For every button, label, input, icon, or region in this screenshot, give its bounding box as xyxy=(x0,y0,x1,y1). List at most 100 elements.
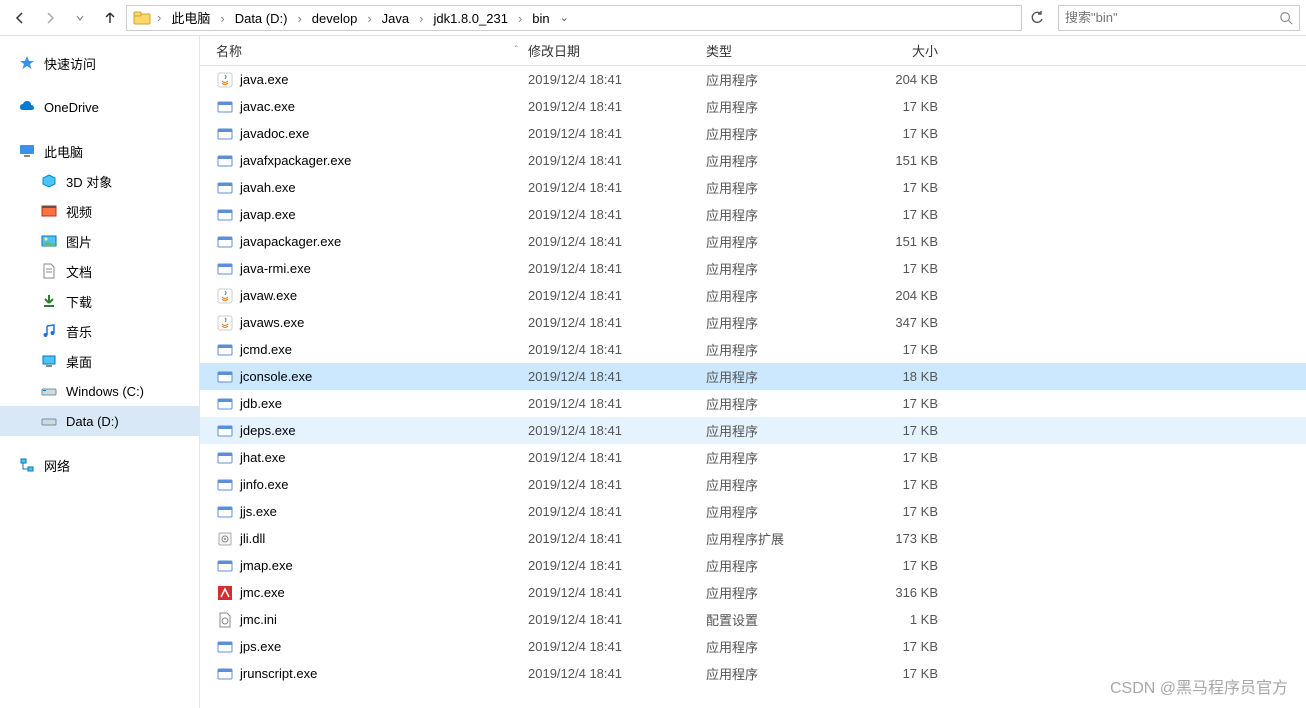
column-header-size[interactable]: 大小 xyxy=(856,41,948,60)
file-size: 347 KB xyxy=(856,315,948,330)
sidebar-item-label: Windows (C:) xyxy=(66,384,144,399)
forward-button[interactable] xyxy=(36,4,64,32)
chevron-right-icon: › xyxy=(512,11,528,26)
breadcrumb-item[interactable]: develop xyxy=(308,9,362,28)
sidebar-music[interactable]: 音乐 xyxy=(0,316,199,346)
breadcrumb[interactable]: › 此电脑›Data (D:)›develop›Java›jdk1.8.0_23… xyxy=(126,5,1022,31)
file-size: 204 KB xyxy=(856,288,948,303)
table-row[interactable]: jcmd.exe2019/12/4 18:41应用程序17 KB xyxy=(200,336,1306,363)
breadcrumb-item[interactable]: Java xyxy=(378,9,413,28)
sidebar-network[interactable]: 网络 xyxy=(0,450,199,480)
file-size: 204 KB xyxy=(856,72,948,87)
search-icon[interactable] xyxy=(1279,11,1293,25)
column-header-type[interactable]: 类型 xyxy=(706,41,856,60)
chevron-down-icon[interactable]: ⌄ xyxy=(560,11,569,24)
table-row[interactable]: java-rmi.exe2019/12/4 18:41应用程序17 KB xyxy=(200,255,1306,282)
file-type: 应用程序 xyxy=(706,367,856,386)
sidebar-pictures[interactable]: 图片 xyxy=(0,226,199,256)
sidebar-item-label: 视频 xyxy=(66,202,92,221)
picture-icon xyxy=(40,232,58,250)
sidebar-drive-c[interactable]: Windows (C:) xyxy=(0,376,199,406)
file-icon xyxy=(216,503,234,521)
table-row[interactable]: jmc.ini2019/12/4 18:41配置设置1 KB xyxy=(200,606,1306,633)
cube-icon xyxy=(40,172,58,190)
file-date: 2019/12/4 18:41 xyxy=(528,423,706,438)
table-row[interactable]: jhat.exe2019/12/4 18:41应用程序17 KB xyxy=(200,444,1306,471)
table-row[interactable]: jmc.exe2019/12/4 18:41应用程序316 KB xyxy=(200,579,1306,606)
chevron-right-icon: › xyxy=(151,10,167,25)
sidebar-3d-objects[interactable]: 3D 对象 xyxy=(0,166,199,196)
file-size: 17 KB xyxy=(856,99,948,114)
file-size: 17 KB xyxy=(856,180,948,195)
file-date: 2019/12/4 18:41 xyxy=(528,153,706,168)
sidebar-documents[interactable]: 文档 xyxy=(0,256,199,286)
table-row[interactable]: javaw.exe2019/12/4 18:41应用程序204 KB xyxy=(200,282,1306,309)
up-button[interactable] xyxy=(96,4,124,32)
table-row[interactable]: javafxpackager.exe2019/12/4 18:41应用程序151… xyxy=(200,147,1306,174)
sidebar-onedrive[interactable]: OneDrive xyxy=(0,92,199,122)
table-row[interactable]: javapackager.exe2019/12/4 18:41应用程序151 K… xyxy=(200,228,1306,255)
breadcrumb-item[interactable]: jdk1.8.0_231 xyxy=(429,9,511,28)
file-type: 应用程序 xyxy=(706,97,856,116)
search-box[interactable] xyxy=(1058,5,1300,31)
table-row[interactable]: jconsole.exe2019/12/4 18:41应用程序18 KB xyxy=(200,363,1306,390)
file-name: jdeps.exe xyxy=(240,423,296,438)
file-name: javah.exe xyxy=(240,180,296,195)
file-icon xyxy=(216,125,234,143)
breadcrumb-item[interactable]: 此电脑 xyxy=(167,9,214,28)
table-row[interactable]: jdb.exe2019/12/4 18:41应用程序17 KB xyxy=(200,390,1306,417)
file-type: 应用程序 xyxy=(706,151,856,170)
table-row[interactable]: javadoc.exe2019/12/4 18:41应用程序17 KB xyxy=(200,120,1306,147)
file-type: 应用程序 xyxy=(706,475,856,494)
folder-icon xyxy=(133,9,151,27)
table-row[interactable]: javac.exe2019/12/4 18:41应用程序17 KB xyxy=(200,93,1306,120)
table-row[interactable]: jdeps.exe 2019/12/4 18:41应用程序17 KB xyxy=(200,417,1306,444)
drive-icon xyxy=(40,382,58,400)
sidebar-videos[interactable]: 视频 xyxy=(0,196,199,226)
file-size: 17 KB xyxy=(856,423,948,438)
file-size: 17 KB xyxy=(856,342,948,357)
sidebar-drive-d[interactable]: Data (D:) xyxy=(0,406,199,436)
file-date: 2019/12/4 18:41 xyxy=(528,207,706,222)
file-size: 151 KB xyxy=(856,234,948,249)
table-row[interactable]: javap.exe2019/12/4 18:41应用程序17 KB xyxy=(200,201,1306,228)
file-type: 应用程序 xyxy=(706,421,856,440)
file-icon xyxy=(216,152,234,170)
breadcrumb-item[interactable]: Data (D:) xyxy=(231,9,292,28)
table-row[interactable]: javaws.exe2019/12/4 18:41应用程序347 KB xyxy=(200,309,1306,336)
file-type: 应用程序 xyxy=(706,205,856,224)
sidebar-desktop[interactable]: 桌面 xyxy=(0,346,199,376)
file-name: javap.exe xyxy=(240,207,296,222)
sidebar-item-label: 文档 xyxy=(66,262,92,281)
column-header-date[interactable]: 修改日期 xyxy=(528,41,706,60)
table-row[interactable]: jjs.exe2019/12/4 18:41应用程序17 KB xyxy=(200,498,1306,525)
sidebar-this-pc[interactable]: 此电脑 xyxy=(0,136,199,166)
back-button[interactable] xyxy=(6,4,34,32)
column-headers: 名称ˆ 修改日期 类型 大小 xyxy=(200,36,1306,66)
table-row[interactable]: jli.dll2019/12/4 18:41应用程序扩展173 KB xyxy=(200,525,1306,552)
sidebar-quick-access[interactable]: 快速访问 xyxy=(0,48,199,78)
file-icon xyxy=(216,476,234,494)
column-header-name[interactable]: 名称ˆ xyxy=(212,41,528,60)
file-name: jinfo.exe xyxy=(240,477,288,492)
table-row[interactable]: java.exe2019/12/4 18:41应用程序204 KB xyxy=(200,66,1306,93)
file-date: 2019/12/4 18:41 xyxy=(528,666,706,681)
recent-dropdown[interactable] xyxy=(66,4,94,32)
table-row[interactable]: jinfo.exe2019/12/4 18:41应用程序17 KB xyxy=(200,471,1306,498)
table-row[interactable]: jrunscript.exe2019/12/4 18:41应用程序17 KB xyxy=(200,660,1306,687)
file-name: jdb.exe xyxy=(240,396,282,411)
video-icon xyxy=(40,202,58,220)
table-row[interactable]: jmap.exe2019/12/4 18:41应用程序17 KB xyxy=(200,552,1306,579)
file-date: 2019/12/4 18:41 xyxy=(528,234,706,249)
file-list[interactable]: java.exe2019/12/4 18:41应用程序204 KBjavac.e… xyxy=(200,66,1306,708)
refresh-button[interactable] xyxy=(1024,10,1050,26)
table-row[interactable]: javah.exe2019/12/4 18:41应用程序17 KB xyxy=(200,174,1306,201)
file-type: 配置设置 xyxy=(706,610,856,629)
table-row[interactable]: jps.exe2019/12/4 18:41应用程序17 KB xyxy=(200,633,1306,660)
sidebar-downloads[interactable]: 下载 xyxy=(0,286,199,316)
file-icon xyxy=(216,71,234,89)
search-input[interactable] xyxy=(1065,10,1279,25)
file-date: 2019/12/4 18:41 xyxy=(528,585,706,600)
file-date: 2019/12/4 18:41 xyxy=(528,180,706,195)
breadcrumb-item[interactable]: bin xyxy=(528,9,553,28)
